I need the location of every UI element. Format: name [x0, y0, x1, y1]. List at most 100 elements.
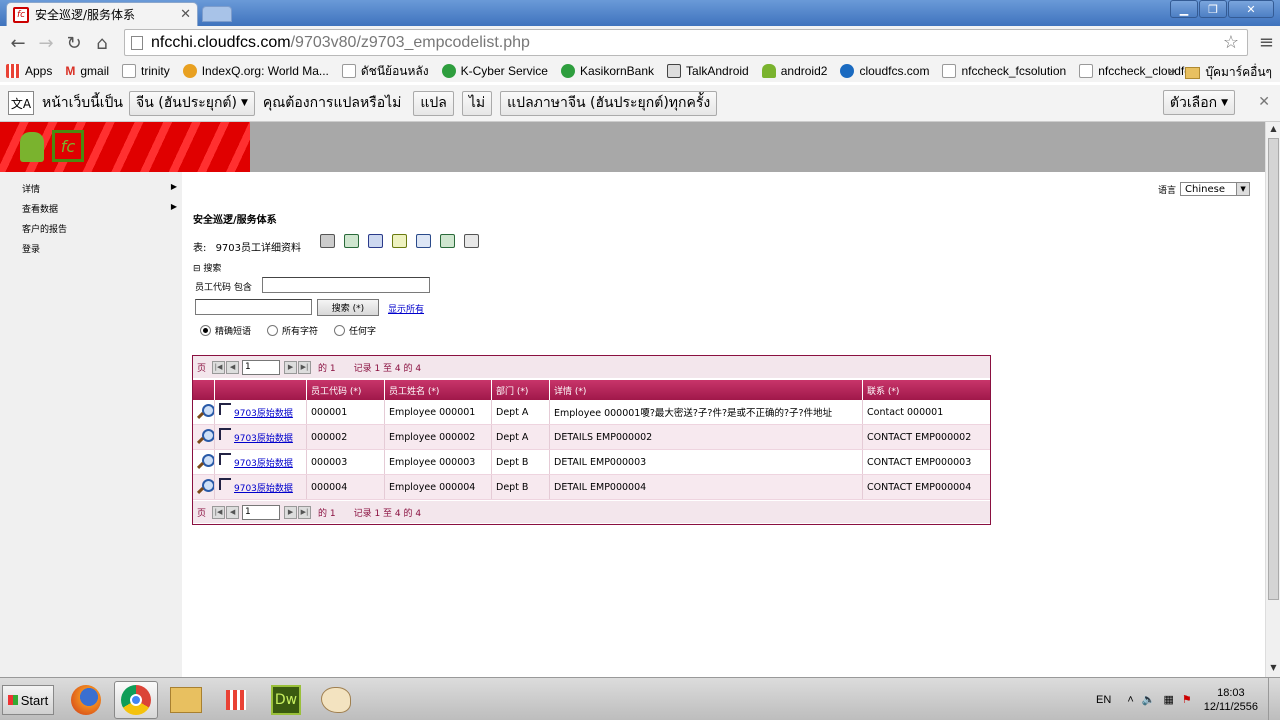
bookmark-item[interactable]: Mgmail — [65, 64, 109, 78]
header-contact[interactable]: 联系 (*) — [863, 380, 990, 400]
magnifier-icon[interactable] — [197, 429, 214, 445]
scrollbar-thumb[interactable] — [1268, 138, 1279, 600]
bookmark-item[interactable]: android2 — [761, 64, 827, 78]
radio-all-words[interactable]: 所有字符 — [267, 324, 318, 337]
csv-export-icon[interactable] — [440, 234, 455, 248]
bookmark-item[interactable]: trinity — [122, 64, 170, 78]
tab-close-icon[interactable]: ✕ — [180, 7, 191, 22]
link-cell: 9703原始数据 — [215, 425, 307, 449]
bookmark-item[interactable]: nfccheck_fcsolution — [942, 64, 1066, 78]
close-window-button[interactable]: ✕ — [1228, 0, 1274, 18]
vertical-scrollbar[interactable]: ▲ ▼ — [1265, 122, 1280, 677]
raw-data-link[interactable]: 9703原始数据 — [234, 481, 293, 494]
back-button[interactable]: ← — [4, 29, 32, 57]
magnifier-icon[interactable] — [197, 479, 214, 495]
bookmarks-overflow-button[interactable]: » — [1168, 62, 1176, 78]
header-detail[interactable]: 详情 (*) — [550, 380, 863, 400]
language-selector: 语言 Chinese ▼ — [1158, 182, 1251, 196]
bookmark-item[interactable]: Apps — [6, 64, 52, 78]
print-icon[interactable] — [320, 234, 335, 248]
header-code[interactable]: 员工代码 (*) — [307, 380, 385, 400]
browser-tab[interactable]: fc 安全巡逻/服务体系 ✕ — [6, 2, 198, 26]
action-center-icon[interactable]: ⚑ — [1182, 693, 1192, 706]
bookmark-item[interactable]: K-Cyber Service — [441, 64, 548, 78]
raw-data-link[interactable]: 9703原始数据 — [234, 431, 293, 444]
bookmark-item[interactable]: ดัชนีย้อนหลัง — [341, 62, 429, 81]
prev-page-icon[interactable]: ◀ — [226, 505, 240, 519]
next-page-icon[interactable]: ▶ — [284, 360, 298, 374]
bookmark-item[interactable]: IndexQ.org: World Ma... — [182, 64, 329, 78]
last-page-icon[interactable]: ▶| — [298, 360, 312, 374]
search-input-secondary[interactable] — [195, 299, 312, 315]
radio-exact-phrase[interactable]: 精确短语 — [200, 324, 251, 337]
translate-close-icon[interactable]: ✕ — [1258, 94, 1270, 110]
sidebar-item-customer-report[interactable]: 客户的报告 — [22, 222, 177, 235]
bookmark-item[interactable]: TalkAndroid — [667, 64, 749, 78]
chrome-menu-icon[interactable]: ≡ — [1259, 32, 1274, 53]
search-input[interactable] — [262, 277, 430, 293]
reload-button[interactable]: ↻ — [60, 29, 88, 57]
scroll-up-icon[interactable]: ▲ — [1268, 124, 1279, 136]
raw-data-link[interactable]: 9703原始数据 — [234, 456, 293, 469]
magnifier-icon[interactable] — [197, 454, 214, 470]
restore-button[interactable]: ❐ — [1199, 0, 1227, 18]
page-number-input[interactable]: 1 — [242, 504, 281, 520]
chrome-taskbar-button[interactable] — [114, 681, 158, 719]
magnifier-icon[interactable] — [197, 404, 214, 420]
bookmark-star-icon[interactable]: ☆ — [1223, 32, 1239, 53]
excel-export-icon[interactable] — [344, 234, 359, 248]
start-button[interactable]: Start — [2, 685, 54, 715]
next-page-icon[interactable]: ▶ — [284, 505, 298, 519]
explorer-taskbar-button[interactable] — [164, 681, 208, 719]
translate-options-button[interactable]: ตัวเลือก ▼ — [1162, 90, 1235, 115]
apps-taskbar-button[interactable] — [214, 681, 258, 719]
page-number-input[interactable]: 1 — [242, 359, 281, 375]
dreamweaver-taskbar-button[interactable]: Dw — [264, 681, 308, 719]
network-icon[interactable]: ▦ — [1163, 693, 1173, 706]
address-bar[interactable]: nfcchi.cloudfcs.com/9703v80/z9703_empcod… — [124, 29, 1248, 56]
sidebar-item-login[interactable]: 登录 — [22, 242, 177, 255]
radio-any-word[interactable]: 任何字 — [334, 324, 376, 337]
xml-export-icon[interactable] — [416, 234, 431, 248]
header-name[interactable]: 员工姓名 (*) — [385, 380, 492, 400]
sidebar-item-view-data[interactable]: 查看数据 ▶ — [22, 202, 177, 215]
bookmark-item[interactable]: KasikornBank — [560, 64, 654, 78]
pdf-export-icon[interactable] — [464, 234, 479, 248]
first-page-icon[interactable]: |◀ — [212, 505, 226, 519]
show-desktop-button[interactable] — [1268, 678, 1280, 720]
language-select[interactable]: Chinese ▼ — [1180, 182, 1251, 196]
translate-language-select[interactable]: จีน (ฮันประยุกต์) ▼ — [129, 90, 255, 116]
home-button[interactable]: ⌂ — [88, 29, 116, 57]
translate-button[interactable]: แปล — [413, 90, 454, 116]
clock[interactable]: 18:03 12/11/2556 — [1204, 686, 1258, 714]
sidebar-item-label: 查看数据 — [22, 205, 59, 215]
volume-icon[interactable]: 🔈 — [1142, 693, 1156, 706]
raw-data-link[interactable]: 9703原始数据 — [234, 406, 293, 419]
first-page-icon[interactable]: |◀ — [212, 360, 226, 374]
header-cell — [193, 380, 215, 400]
bookmark-item[interactable]: nfccheck_cloudfcs — [1079, 64, 1196, 78]
translate-no-button[interactable]: ไม่ — [461, 90, 493, 116]
folder-icon — [170, 687, 202, 713]
paint-taskbar-button[interactable] — [314, 681, 358, 719]
html-export-icon[interactable] — [392, 234, 407, 248]
sidebar-item-details[interactable]: 详情 ▶ — [22, 182, 177, 195]
scroll-down-icon[interactable]: ▼ — [1268, 663, 1279, 675]
header-dept[interactable]: 部门 (*) — [492, 380, 550, 400]
search-button[interactable]: 搜索 (*) — [317, 299, 379, 316]
prev-page-icon[interactable]: ◀ — [226, 360, 240, 374]
forward-button[interactable]: → — [32, 29, 60, 57]
language-indicator[interactable]: EN — [1096, 694, 1111, 706]
search-toggle[interactable]: ⊟ 搜索 — [193, 261, 221, 274]
bookmark-item[interactable]: cloudfcs.com — [840, 64, 929, 78]
tray-expand-icon[interactable]: ˄ — [1127, 694, 1133, 706]
firefox-icon — [71, 685, 101, 715]
new-tab-button[interactable] — [202, 6, 232, 22]
last-page-icon[interactable]: ▶| — [298, 505, 312, 519]
translate-always-button[interactable]: แปลภาษาจีน (ฮันประยุกต์)ทุกครั้ง — [500, 90, 718, 116]
firefox-taskbar-button[interactable] — [64, 681, 108, 719]
word-export-icon[interactable] — [368, 234, 383, 248]
show-all-link[interactable]: 显示所有 — [388, 302, 424, 315]
minimize-button[interactable]: ▁ — [1170, 0, 1198, 18]
other-bookmarks[interactable]: บุ๊คมาร์คอื่นๆ — [1185, 63, 1272, 82]
